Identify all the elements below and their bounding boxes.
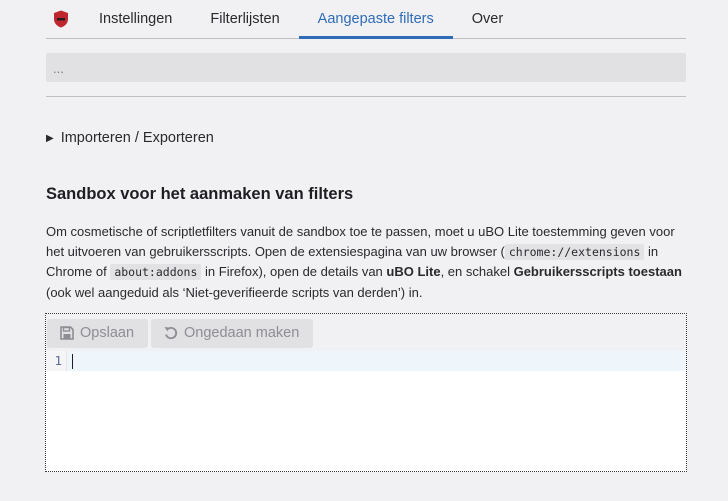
code-chrome-extensions: chrome://extensions — [504, 243, 645, 260]
editor-line[interactable]: 1 — [46, 351, 686, 371]
tab-about[interactable]: Over — [453, 0, 522, 38]
import-export-label: Importeren / Exporteren — [60, 130, 214, 146]
floppy-disk-icon — [59, 325, 75, 341]
filter-summary[interactable]: ... — [46, 53, 686, 82]
undo-button-label: Ongedaan maken — [184, 325, 300, 341]
save-button[interactable]: Opslaan — [47, 318, 149, 348]
save-button-label: Opslaan — [80, 325, 135, 341]
ublock-logo-icon — [46, 0, 80, 38]
import-export-toggle[interactable]: ▶ Importeren / Exporteren — [46, 130, 214, 146]
tab-custom-filters[interactable]: Aangepaste filters — [298, 0, 453, 39]
undo-icon — [163, 325, 179, 341]
section-title: Sandbox voor het aanmaken van filters — [46, 185, 354, 203]
tab-settings[interactable]: Instellingen — [80, 0, 191, 38]
sandbox-description: Om cosmetische of scriptletfilters vanui… — [46, 224, 682, 301]
text-cursor — [72, 354, 73, 369]
code-about-addons: about:addons — [110, 264, 202, 281]
tab-bar: Instellingen Filterlijsten Aangepaste fi… — [46, 0, 686, 39]
code-area[interactable] — [67, 351, 686, 371]
line-number: 1 — [46, 351, 67, 371]
divider — [46, 96, 686, 97]
tab-filter-lists[interactable]: Filterlijsten — [191, 0, 298, 38]
undo-button[interactable]: Ongedaan maken — [151, 318, 314, 348]
editor-toolbar: Opslaan Ongedaan maken — [46, 314, 686, 351]
disclosure-triangle-icon: ▶ — [46, 132, 54, 144]
filter-editor: Opslaan Ongedaan maken 1 — [45, 313, 687, 472]
